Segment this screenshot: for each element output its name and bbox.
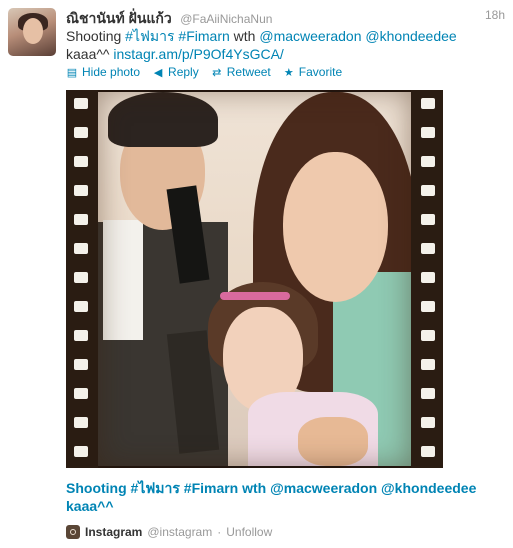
film-strip-left — [66, 90, 98, 468]
media-source: Instagram @instagram · Unfollow — [66, 524, 272, 540]
film-sprocket — [74, 301, 88, 312]
film-sprocket — [421, 330, 435, 341]
source-handle[interactable]: @instagram — [147, 525, 212, 539]
tweet-text: Shooting #ไฟมาร #Fimarn wth @macweeradon… — [66, 27, 476, 63]
film-sprocket — [74, 185, 88, 196]
film-sprocket — [74, 388, 88, 399]
hashtag-link[interactable]: #ไฟมาร — [125, 28, 174, 44]
film-sprocket — [74, 446, 88, 457]
source-name[interactable]: Instagram — [85, 525, 142, 539]
reply-icon: ◀ — [153, 66, 163, 79]
film-sprocket — [421, 446, 435, 457]
mention-link[interactable]: @macweeradon — [259, 28, 361, 44]
film-sprocket — [421, 272, 435, 283]
film-sprocket — [74, 272, 88, 283]
film-sprocket — [74, 156, 88, 167]
film-sprocket — [74, 417, 88, 428]
film-sprocket — [421, 388, 435, 399]
film-sprocket — [421, 359, 435, 370]
favorite-label: Favorite — [298, 65, 343, 79]
film-sprocket — [421, 127, 435, 138]
tweet-timestamp[interactable]: 18h — [485, 8, 505, 22]
instagram-icon[interactable] — [66, 525, 80, 539]
photo-woman-arm — [298, 417, 368, 466]
tweet-header: ณิชานันท์ ฝั่นแก้ว @FaAiiNichaNun 18h — [66, 8, 505, 26]
photo-man-shirt — [103, 220, 143, 340]
photo-man-hair — [108, 92, 218, 147]
film-sprocket — [421, 185, 435, 196]
hashtag-link[interactable]: #Fimarn — [178, 28, 229, 44]
film-sprocket — [74, 359, 88, 370]
retweet-button[interactable]: ⇄ Retweet — [211, 65, 271, 79]
film-sprocket — [421, 301, 435, 312]
retweet-icon: ⇄ — [212, 66, 222, 79]
tweet-actions: ▤ Hide photo ◀ Reply ⇄ Retweet ★ Favorit… — [66, 64, 342, 80]
film-sprocket — [421, 156, 435, 167]
film-strip-right — [411, 90, 443, 468]
hide-photo-label: Hide photo — [82, 65, 141, 79]
media-caption[interactable]: Shooting #ไฟมาร #Fimarn wth @macweeradon… — [66, 479, 496, 515]
avatar[interactable] — [8, 8, 56, 56]
unfollow-button[interactable]: Unfollow — [226, 525, 272, 539]
reply-button[interactable]: ◀ Reply — [152, 65, 199, 79]
film-sprocket — [74, 127, 88, 138]
photo-icon: ▤ — [66, 66, 78, 79]
film-sprocket — [421, 214, 435, 225]
retweet-label: Retweet — [226, 65, 271, 79]
film-sprocket — [421, 243, 435, 254]
tweet-text-part: Shooting — [66, 28, 126, 44]
tweet-text-part: kaaa^^ — [66, 46, 114, 62]
author-handle[interactable]: @FaAiiNichaNun — [180, 12, 272, 26]
film-sprocket — [421, 98, 435, 109]
film-sprocket — [74, 330, 88, 341]
film-sprocket — [421, 417, 435, 428]
author-name[interactable]: ณิชานันท์ ฝั่นแก้ว — [66, 10, 172, 26]
tweet-photo[interactable] — [66, 90, 443, 468]
reply-label: Reply — [168, 65, 199, 79]
film-sprocket — [74, 243, 88, 254]
photo-scene — [98, 92, 411, 466]
source-separator: · — [217, 525, 222, 539]
url-link[interactable]: instagr.am/p/P9Of4YsGCA/ — [113, 46, 283, 62]
photo-woman-face — [283, 152, 388, 302]
tweet-text-part: wth — [229, 28, 260, 44]
avatar-face — [23, 18, 43, 44]
mention-link[interactable]: @khondeedee — [365, 28, 456, 44]
film-sprocket — [74, 98, 88, 109]
film-sprocket — [74, 214, 88, 225]
star-icon: ★ — [283, 66, 294, 79]
favorite-button[interactable]: ★ Favorite — [283, 65, 342, 79]
photo-girl-headband — [220, 292, 290, 300]
hide-photo-button[interactable]: ▤ Hide photo — [66, 65, 140, 79]
